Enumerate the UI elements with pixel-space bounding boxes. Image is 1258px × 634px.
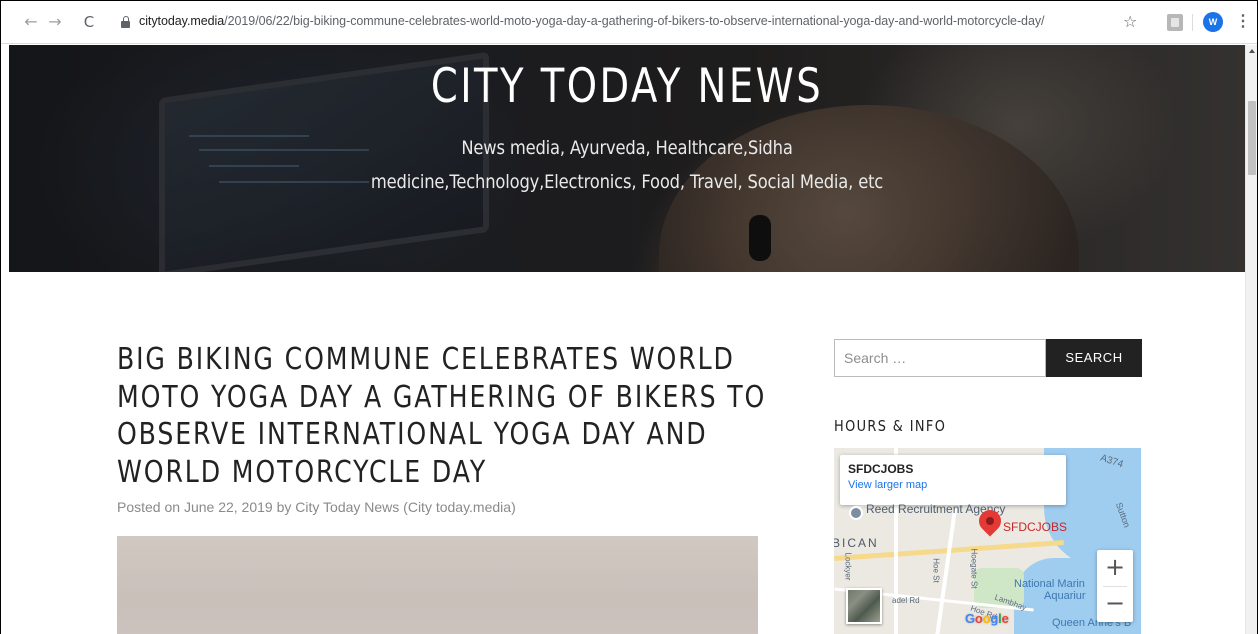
reload-icon[interactable]: C xyxy=(79,12,99,32)
map-label-aquarium: Aquariur xyxy=(1044,590,1086,602)
embedded-map[interactable]: A374 Sutton BICAN Lockyer Hoe St Hoegate… xyxy=(834,448,1141,634)
hours-info-widget-title: HOURS & INFO xyxy=(834,417,947,435)
map-pin-label[interactable]: SFDCJOBS xyxy=(1003,520,1067,534)
page-viewport: CITY TODAY NEWS News media, Ayurveda, He… xyxy=(9,45,1245,634)
map-label-street: adel Rd xyxy=(892,596,920,605)
zoom-in-button[interactable]: + xyxy=(1097,550,1133,586)
featured-image xyxy=(117,536,758,634)
by-label: by xyxy=(276,499,292,515)
url-host: citytoday.media xyxy=(139,14,225,28)
browser-window: ← → C citytoday.media/2019/06/22/big-bik… xyxy=(1,1,1257,634)
post-date-link[interactable]: June 22, 2019 xyxy=(184,499,273,515)
map-label-street: Hoe St xyxy=(931,558,941,583)
site-title[interactable]: CITY TODAY NEWS xyxy=(120,59,1134,114)
map-label-street: Lockyer xyxy=(843,552,853,581)
zoom-out-button[interactable]: − xyxy=(1097,586,1133,622)
address-bar[interactable]: citytoday.media/2019/06/22/big-biking-co… xyxy=(111,9,1157,36)
back-arrow-icon[interactable]: ← xyxy=(21,12,41,32)
url-path: /2019/06/22/big-biking-commune-celebrate… xyxy=(224,14,1045,28)
map-place-name: SFDCJOBS xyxy=(848,462,914,476)
satellite-toggle[interactable] xyxy=(846,588,882,624)
map-info-card: SFDCJOBS View larger map xyxy=(840,455,1066,505)
search-button[interactable]: SEARCH xyxy=(1046,339,1142,377)
view-larger-map-link[interactable]: View larger map xyxy=(848,479,1058,491)
pdf-extension-icon[interactable] xyxy=(1167,14,1183,31)
scroll-up-arrow-icon[interactable] xyxy=(1249,49,1255,53)
article: BIG BIKING COMMUNE CELEBRATES WORLD MOTO… xyxy=(117,341,777,515)
google-logo: Google xyxy=(965,611,1009,626)
toolbar-divider xyxy=(1192,14,1193,31)
page-scrollbar[interactable] xyxy=(1245,45,1257,634)
map-label-area: BICAN xyxy=(834,536,879,550)
search-input[interactable] xyxy=(835,340,1045,376)
site-header: CITY TODAY NEWS News media, Ayurveda, He… xyxy=(9,45,1245,272)
forward-arrow-icon[interactable]: → xyxy=(45,12,65,32)
author-link[interactable]: City Today News (City today.media) xyxy=(295,499,515,515)
article-title: BIG BIKING COMMUNE CELEBRATES WORLD MOTO… xyxy=(117,342,767,490)
posted-on-label: Posted on xyxy=(117,499,181,515)
url-text[interactable]: citytoday.media/2019/06/22/big-biking-co… xyxy=(139,14,1045,28)
profile-avatar-icon[interactable]: W xyxy=(1203,12,1223,32)
star-icon[interactable]: ☆ xyxy=(1123,12,1137,32)
scrollbar-thumb[interactable] xyxy=(1248,101,1256,175)
map-label-aquarium: National Marin xyxy=(1014,578,1085,590)
menu-dots-icon[interactable]: ⋮ xyxy=(1235,12,1251,32)
map-label-street: Hoegate St xyxy=(969,548,979,589)
browser-toolbar: ← → C citytoday.media/2019/06/22/big-bik… xyxy=(1,1,1257,44)
article-meta: Posted on June 22, 2019 by City Today Ne… xyxy=(117,499,516,515)
site-description: News media, Ayurveda, Healthcare,Sidha m… xyxy=(370,137,884,193)
lock-icon[interactable] xyxy=(121,16,130,28)
building-icon[interactable] xyxy=(849,506,863,520)
map-zoom-control: + − xyxy=(1097,550,1133,622)
search-input-wrapper xyxy=(834,339,1046,377)
